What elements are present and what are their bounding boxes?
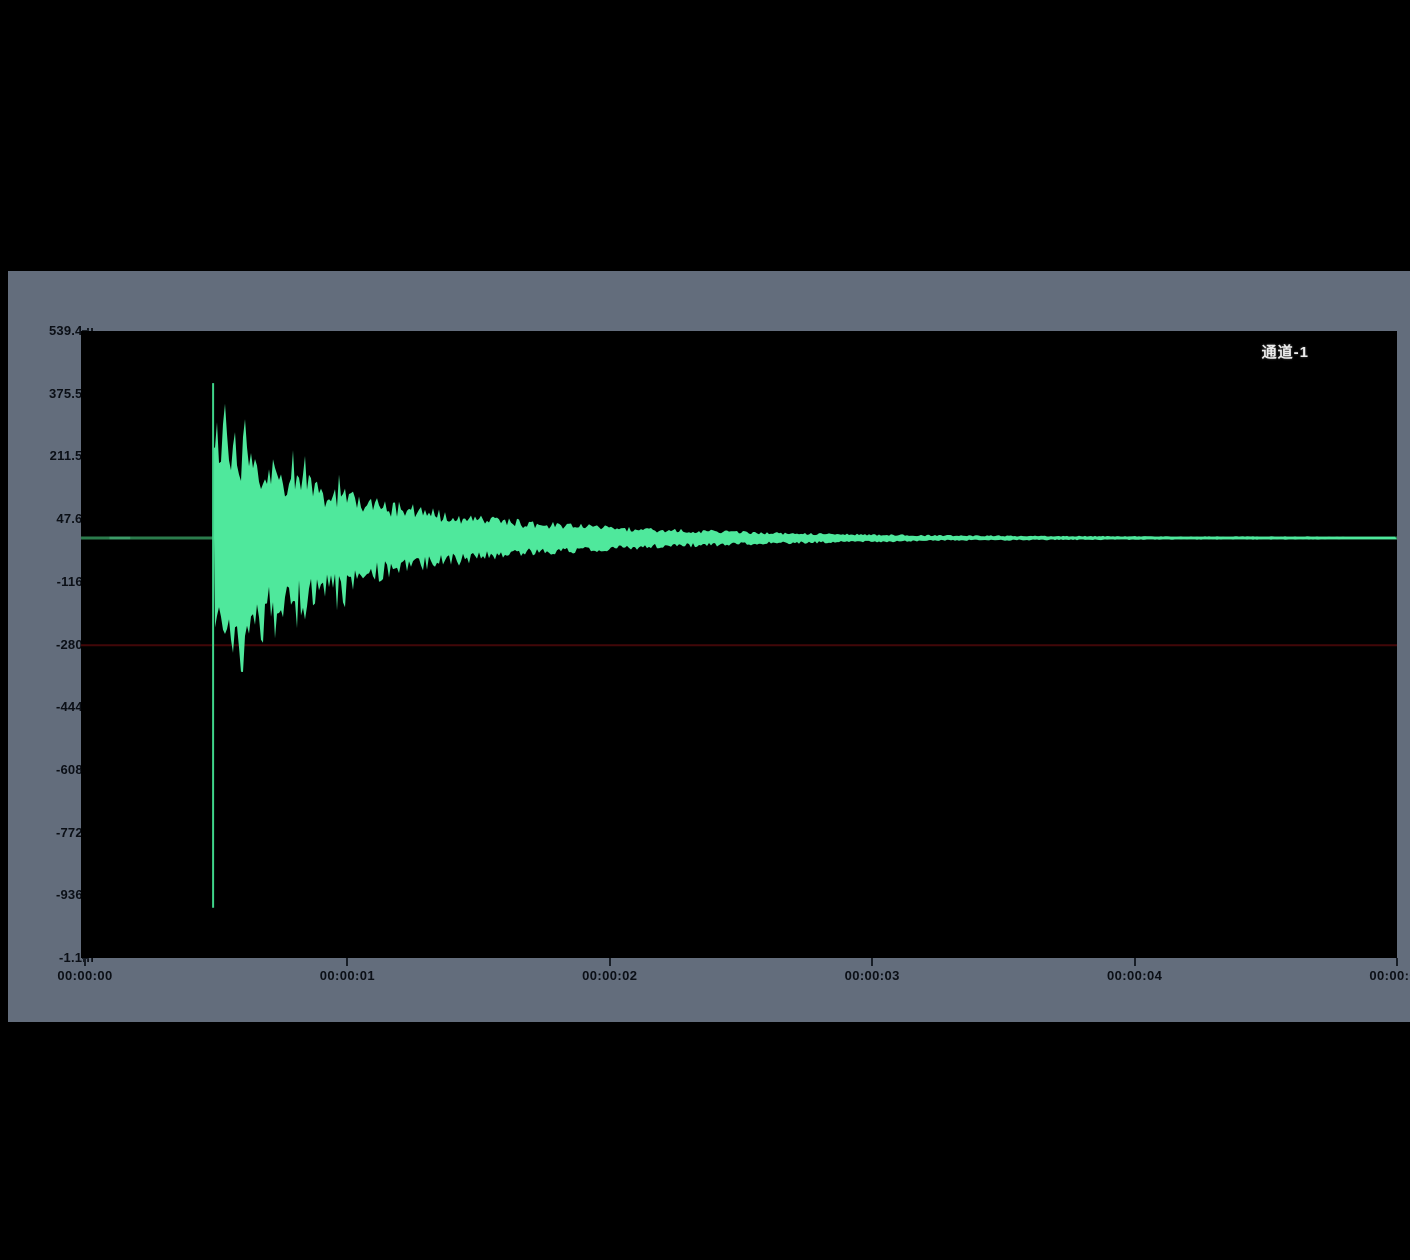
x-axis-label: 00:00:01 xyxy=(320,968,375,984)
x-axis-label: 00:00:03 xyxy=(845,968,900,984)
x-axis-tick xyxy=(346,958,348,966)
x-axis-tick xyxy=(84,958,86,966)
x-axis-tick xyxy=(1396,958,1398,966)
x-axis-tick xyxy=(871,958,873,966)
x-axis-label: 00:00:02 xyxy=(582,968,637,984)
x-axis-label: 00:00:04 xyxy=(1107,968,1162,984)
channel-label: 通道-1 xyxy=(1262,341,1309,362)
waveform-display[interactable]: 通道-1 xyxy=(81,331,1397,958)
waveform-envelope xyxy=(213,404,1397,672)
x-axis-label: 00:00:05 xyxy=(1369,968,1410,984)
waveform-svg xyxy=(81,331,1397,958)
screen: { "window": { "channel_label": "通道-1" },… xyxy=(0,0,1410,1260)
x-axis-tick xyxy=(609,958,611,966)
x-axis-label: 00:00:00 xyxy=(57,968,112,984)
x-axis-tick xyxy=(1134,958,1136,966)
